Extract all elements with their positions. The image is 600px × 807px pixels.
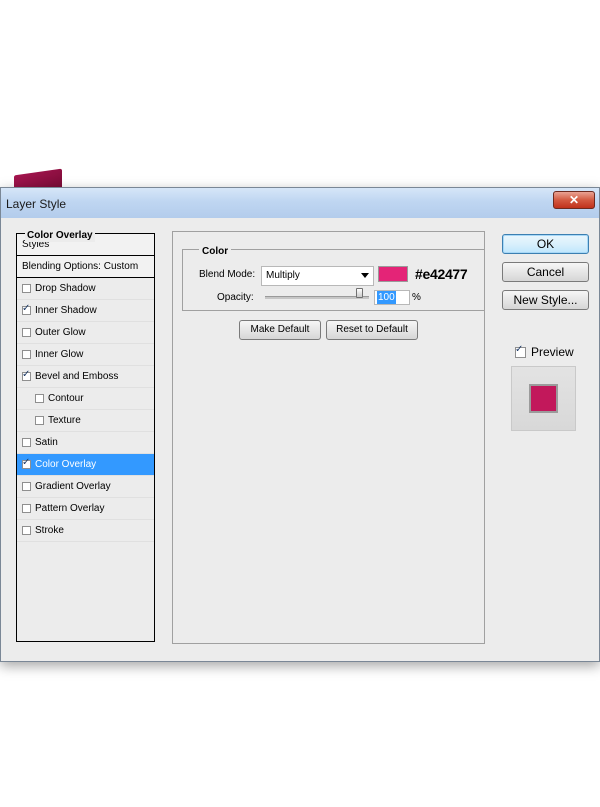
style-item-label: Gradient Overlay [35, 481, 111, 492]
blend-mode-label: Blend Mode: [199, 269, 256, 280]
style-checkbox[interactable] [22, 303, 31, 315]
style-item-drop-shadow[interactable]: Drop Shadow [17, 278, 154, 300]
preview-label: Preview [531, 345, 574, 359]
blend-mode-value: Multiply [266, 270, 300, 281]
style-item-label: Drop Shadow [35, 283, 96, 294]
style-item-label: Inner Glow [35, 349, 84, 360]
color-group-title: Color [199, 246, 232, 258]
cancel-button[interactable]: Cancel [502, 262, 589, 282]
blend-mode-select[interactable]: Multiply [261, 266, 374, 286]
style-item-stroke[interactable]: Stroke [17, 520, 154, 542]
layer-style-dialog: Layer Style ✕ Styles Blending Options: C… [0, 187, 600, 662]
style-item-contour[interactable]: Contour [17, 388, 154, 410]
window-title: Layer Style [6, 197, 67, 211]
make-default-button[interactable]: Make Default [239, 320, 321, 340]
preview-toggle[interactable]: Preview [515, 344, 574, 359]
style-item-label: Texture [48, 415, 81, 426]
title-bar[interactable]: Layer Style ✕ [1, 188, 599, 218]
blending-options-item[interactable]: Blending Options: Custom [17, 256, 154, 278]
style-item-pattern-overlay[interactable]: Pattern Overlay [17, 498, 154, 520]
style-item-label: Inner Shadow [35, 305, 97, 316]
style-item-bevel-and-emboss[interactable]: Bevel and Emboss [17, 366, 154, 388]
close-icon: ✕ [568, 193, 580, 207]
style-item-inner-glow[interactable]: Inner Glow [17, 344, 154, 366]
opacity-slider-thumb[interactable] [356, 288, 363, 298]
preview-checkbox[interactable] [515, 344, 526, 358]
style-item-label: Stroke [35, 525, 64, 536]
overlay-color-swatch[interactable] [378, 266, 408, 282]
style-item-label: Contour [48, 393, 84, 404]
style-checkbox[interactable] [35, 394, 44, 403]
opacity-input[interactable]: 100 [374, 290, 410, 305]
style-item-label: Pattern Overlay [35, 503, 105, 514]
style-checkbox[interactable] [22, 526, 31, 535]
opacity-slider-track[interactable] [265, 296, 369, 299]
reset-to-default-button[interactable]: Reset to Default [326, 320, 418, 340]
color-hex-annotation: #e42477 [415, 266, 468, 282]
style-item-gradient-overlay[interactable]: Gradient Overlay [17, 476, 154, 498]
style-preview [511, 366, 576, 431]
style-item-satin[interactable]: Satin [17, 432, 154, 454]
style-item-label: Satin [35, 437, 58, 448]
style-checkbox[interactable] [22, 284, 31, 293]
close-button[interactable]: ✕ [553, 191, 595, 209]
style-item-label: Color Overlay [35, 459, 97, 470]
color-overlay-title: Color Overlay [25, 230, 95, 242]
style-item-outer-glow[interactable]: Outer Glow [17, 322, 154, 344]
style-checkbox[interactable] [22, 350, 31, 359]
style-item-label: Outer Glow [35, 327, 86, 338]
opacity-unit: % [412, 292, 421, 303]
new-style-button[interactable]: New Style... [502, 290, 589, 310]
opacity-label: Opacity: [217, 292, 254, 303]
style-checkbox[interactable] [22, 482, 31, 491]
style-checkbox[interactable] [22, 457, 31, 469]
opacity-value: 100 [377, 291, 396, 304]
style-item-label: Bevel and Emboss [35, 371, 119, 382]
ok-button[interactable]: OK [502, 234, 589, 254]
style-checkbox[interactable] [22, 369, 31, 381]
style-item-color-overlay[interactable]: Color Overlay [17, 454, 154, 476]
style-checkbox[interactable] [22, 438, 31, 447]
style-item-texture[interactable]: Texture [17, 410, 154, 432]
style-checkbox[interactable] [35, 416, 44, 425]
preview-swatch [529, 384, 558, 413]
style-item-inner-shadow[interactable]: Inner Shadow [17, 300, 154, 322]
dialog-body: Styles Blending Options: Custom Drop Sha… [7, 218, 593, 656]
styles-list: Styles Blending Options: Custom Drop Sha… [16, 233, 155, 642]
style-checkbox[interactable] [22, 504, 31, 513]
style-checkbox[interactable] [22, 328, 31, 337]
style-items: Drop Shadow Inner Shadow Outer Glow Inner G… [17, 278, 154, 542]
chevron-down-icon [361, 273, 369, 278]
